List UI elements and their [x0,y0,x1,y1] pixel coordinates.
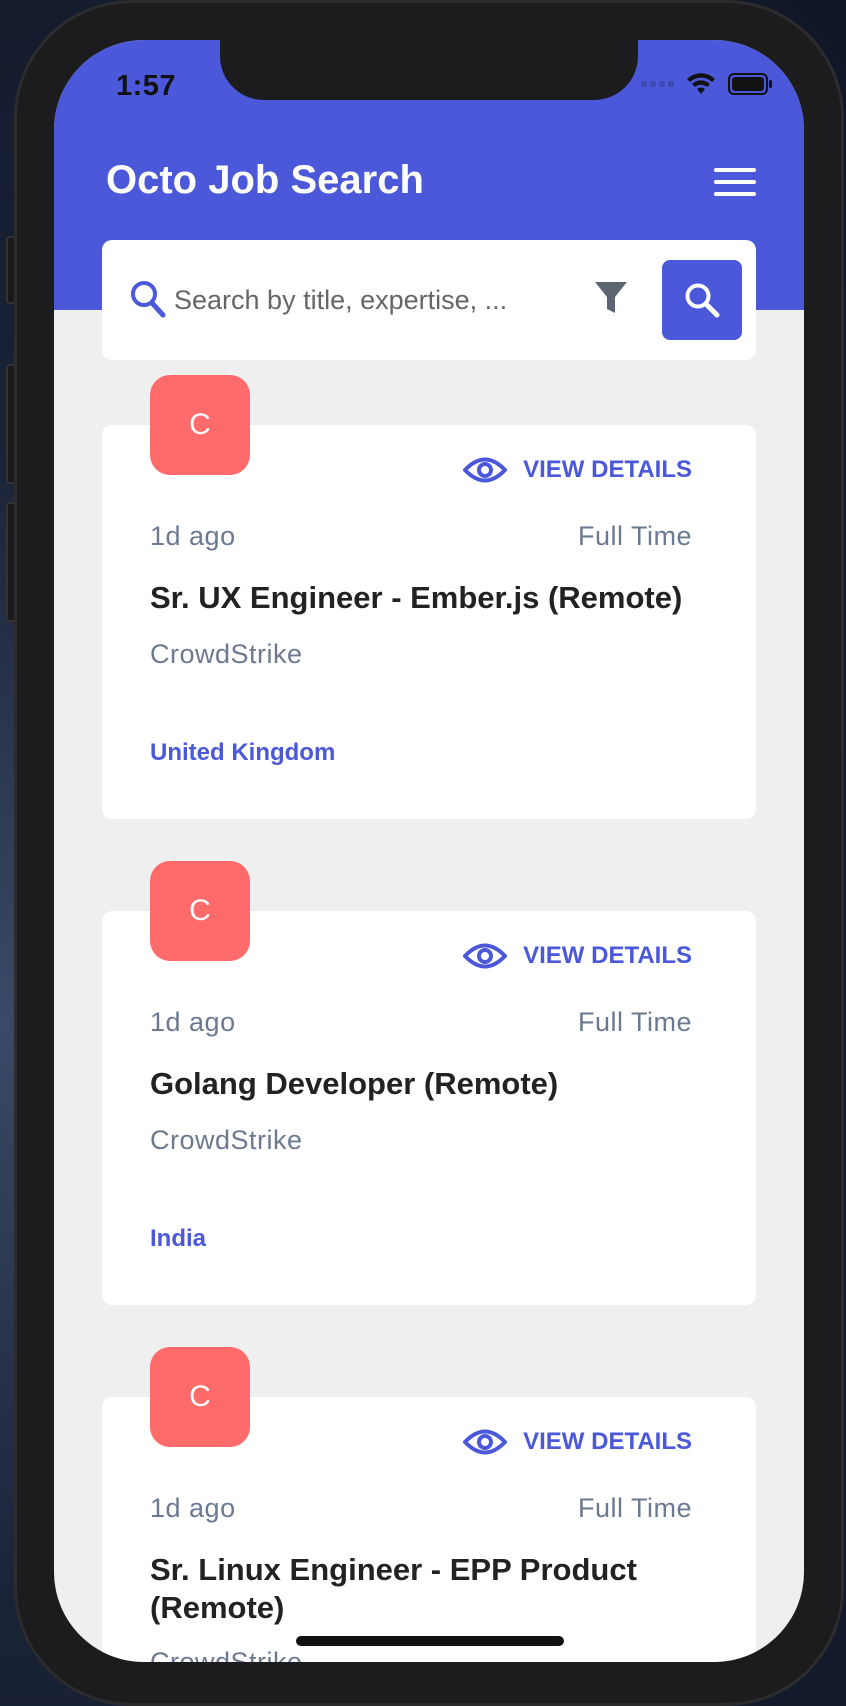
job-type: Full Time [577,1493,692,1523]
posted-time: 1d ago [150,1007,236,1037]
job-title: Golang Developer (Remote) [150,1066,559,1101]
home-indicator[interactable] [296,1636,564,1646]
job-type: Full Time [577,1007,692,1037]
posted-time: 1d ago [150,1493,236,1523]
company-name: CrowdStrike [150,1125,303,1155]
eye-icon [463,1429,508,1455]
view-details-button[interactable]: VIEW DETAILS [463,1427,692,1457]
job-type: Full Time [577,521,692,551]
search-icon [685,283,720,318]
view-details-label: VIEW DETAILS [523,942,692,969]
view-details-label: VIEW DETAILS [523,456,692,483]
job-location: United Kingdom [150,739,336,766]
filter-icon[interactable] [594,280,628,316]
posted-time: 1d ago [150,521,236,551]
notch [220,40,638,100]
signal-icon [641,81,674,87]
app-screen: 1:57 Octo Job Search Search by title, ex… [54,40,804,1662]
company-logo: C [150,861,250,961]
search-button[interactable] [662,260,742,340]
wifi-icon [687,73,715,94]
job-title: Sr. Linux Engineer - EPP Product (Remote… [150,1552,637,1625]
view-details-label: VIEW DETAILS [523,1428,692,1455]
company-name: CrowdStrike [150,639,303,669]
battery-icon [728,73,772,95]
job-title: Sr. UX Engineer - Ember.js (Remote) [150,580,683,615]
status-time: 1:57 [116,70,177,102]
view-details-button[interactable]: VIEW DETAILS [463,941,692,971]
job-location: India [150,1225,207,1252]
hamburger-menu-icon[interactable] [714,168,756,196]
search-input[interactable] [174,276,514,324]
search-bar [102,240,756,360]
view-details-button[interactable]: VIEW DETAILS [463,455,692,485]
company-logo: C [150,375,250,475]
search-icon [131,281,166,318]
app-title: Octo Job Search [106,158,424,202]
job-card[interactable]: VIEW DETAILS 1d ago Full Time Golang Dev… [102,911,756,1305]
company-name: CrowdStrike [150,1647,303,1662]
company-logo: C [150,1347,250,1447]
eye-icon [463,943,508,969]
eye-icon [463,457,508,483]
status-icons [641,72,774,96]
job-card[interactable]: VIEW DETAILS 1d ago Full Time Sr. UX Eng… [102,425,756,819]
